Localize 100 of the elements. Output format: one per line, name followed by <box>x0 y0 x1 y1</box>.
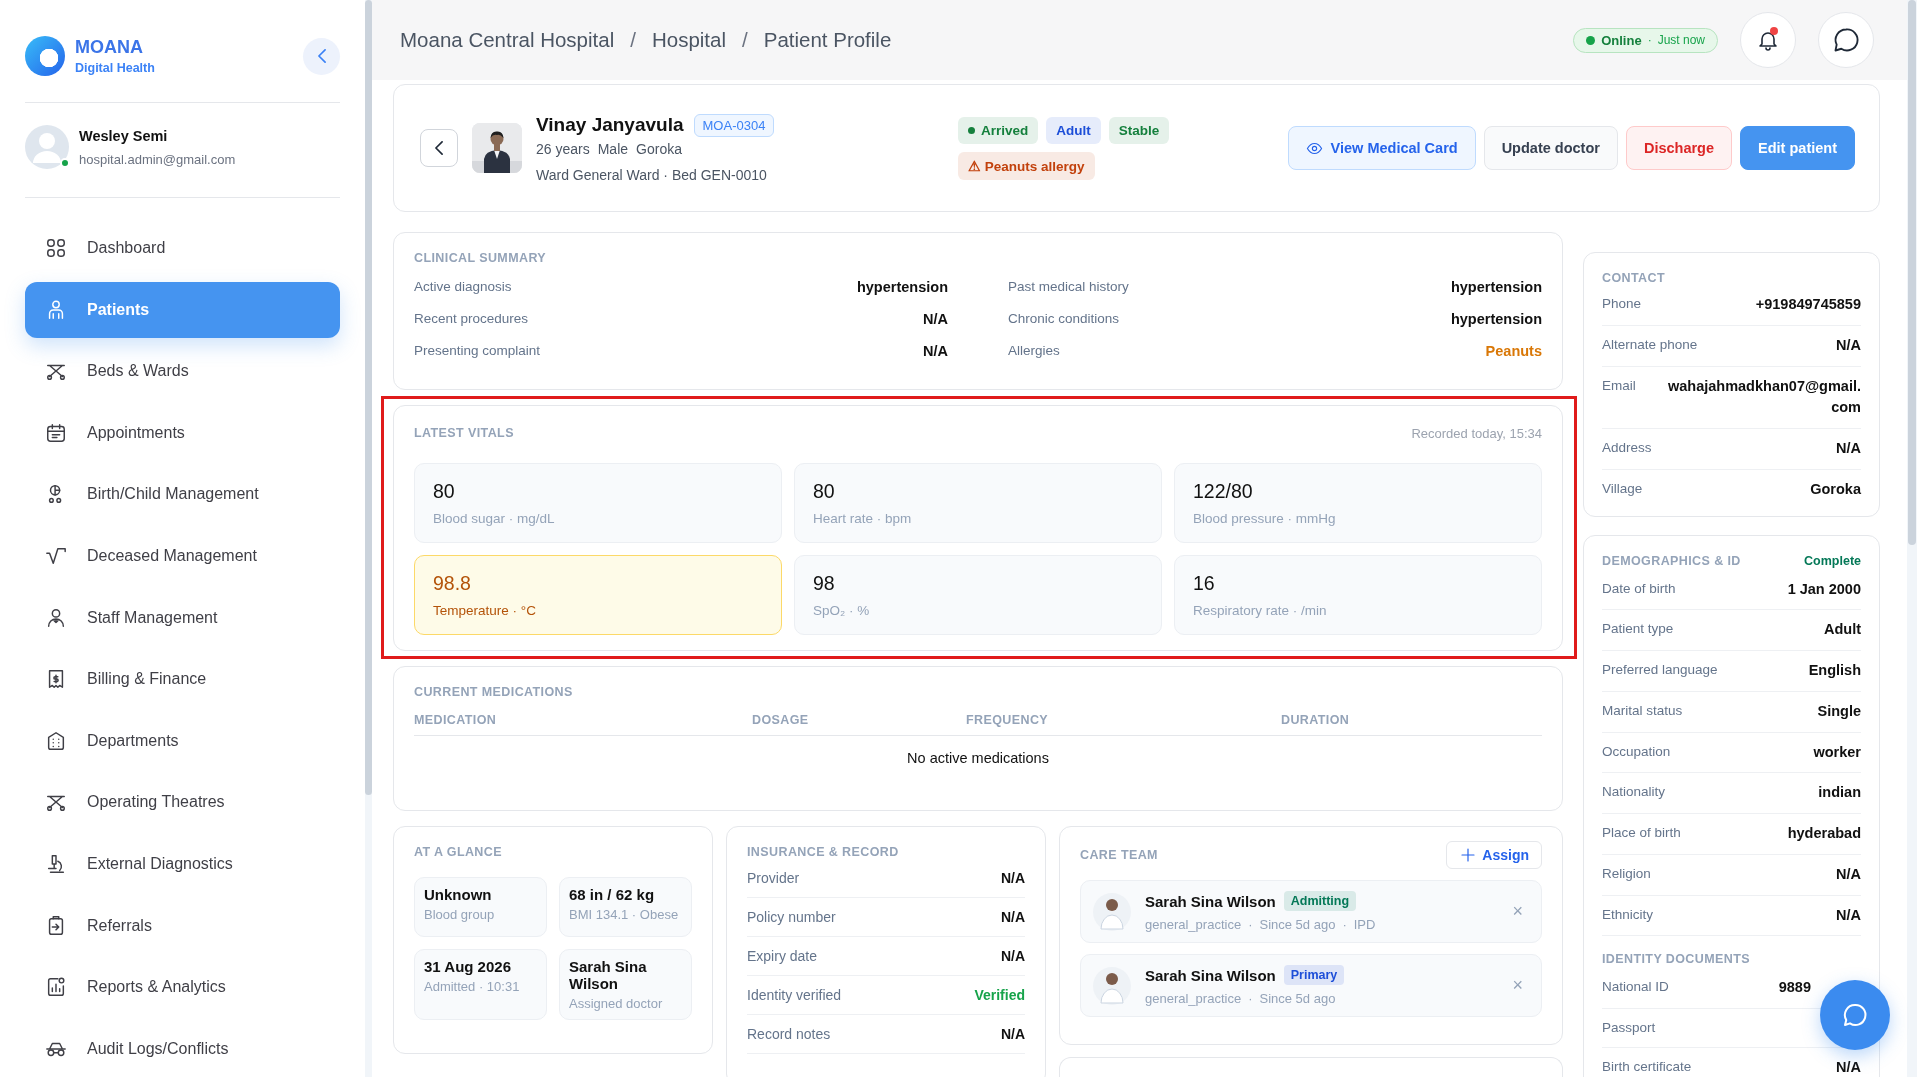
nav-item[interactable]: Audit Logs/Conflicts <box>25 1020 340 1077</box>
nav-item[interactable]: Billing & Finance <box>25 651 340 708</box>
section-title: CLINICAL SUMMARY <box>414 251 548 265</box>
member-detail: general_practice <box>1145 991 1242 1006</box>
field-label: Email <box>1602 376 1636 395</box>
user-email: hospital.admin@gmail.com <box>79 151 236 167</box>
field-value: +919849745859 <box>1755 295 1861 314</box>
field-value: 1 Jan 2000 <box>1787 579 1861 599</box>
field-value: Single <box>1817 701 1861 721</box>
section-title: AT A GLANCE <box>414 845 503 859</box>
assign-button[interactable]: Assign <box>1446 841 1542 869</box>
patient-detail: Goroka <box>636 140 682 157</box>
separator-dot: · <box>1342 917 1347 932</box>
status-label: Online <box>1601 32 1642 48</box>
chevron-left-icon <box>435 141 443 155</box>
calendar-icon <box>45 421 67 444</box>
vital-value: 80 <box>813 480 836 503</box>
status-tag: Stable <box>1108 116 1170 144</box>
messages-button[interactable] <box>1818 12 1874 68</box>
field-value: English <box>1808 661 1861 680</box>
field-value: hypertension <box>1450 311 1542 327</box>
glance-value: 31 Aug 2026 <box>424 958 512 975</box>
nav-item[interactable]: Birth/Child Management <box>25 466 340 523</box>
glance-label: Assigned doctor <box>569 996 664 1011</box>
field-label: Alternate phone <box>1602 335 1698 354</box>
section-title: IDENTITY DOCUMENTS <box>1602 952 1751 969</box>
field-label: Marital status <box>1602 701 1683 720</box>
breadcrumb-item[interactable]: Moana Central Hospital <box>400 28 615 52</box>
column-header: FREQUENCY <box>966 713 1050 727</box>
patient-detail: 26 years <box>536 140 590 157</box>
action-button[interactable]: Discharge <box>1625 126 1733 170</box>
chart-icon <box>45 976 67 999</box>
field-value: worker <box>1813 742 1861 762</box>
field-value: hypertension <box>856 279 948 295</box>
action-button[interactable]: Update doctor <box>1483 126 1618 170</box>
grid-icon <box>45 237 67 259</box>
field-label: Provider <box>747 870 800 886</box>
nav-item[interactable]: External Diagnostics <box>25 835 340 892</box>
breadcrumb-item[interactable]: Hospital <box>651 28 726 52</box>
microscope-icon <box>45 852 67 875</box>
vital-value: 122/80 <box>1193 480 1254 503</box>
status-time: Just now <box>1657 33 1705 47</box>
status-tag: ⚠ Peanuts allergy <box>958 151 1095 180</box>
nav-item[interactable]: Appointments <box>25 404 340 461</box>
field-value: N/A <box>1000 909 1025 925</box>
section-title: DEMOGRAPHICS & ID <box>1602 553 1741 568</box>
nav-item[interactable]: Dashboard <box>25 220 340 276</box>
field-label: Chronic conditions <box>1008 311 1120 326</box>
field-value: N/A <box>923 311 948 327</box>
nav-item[interactable]: Referrals <box>25 897 340 954</box>
field-value: N/A <box>1836 1058 1861 1077</box>
section-title: CARE TEAM <box>1080 848 1158 862</box>
vital-label: Heart rate · bpm <box>813 511 913 526</box>
section-title: INSURANCE & RECORD <box>747 845 900 859</box>
section-title: CONTACT <box>1602 271 1666 285</box>
field-label: Religion <box>1602 864 1651 883</box>
nav-item[interactable]: Staff Management <box>25 589 340 646</box>
scrollbar[interactable] <box>365 0 372 1077</box>
glance-label: Admitted · 10:31 <box>424 979 521 994</box>
field-label: Patient type <box>1602 620 1674 639</box>
nav-item[interactable]: Departments <box>25 712 340 769</box>
field-label: Phone <box>1602 295 1642 313</box>
user-name: Wesley Semi <box>79 127 169 144</box>
glance-value: 68 in / 62 kg <box>569 886 656 903</box>
vital-label: Temperature · °C <box>433 603 537 618</box>
column-header: MEDICATION <box>414 713 498 727</box>
field-value: N/A <box>1836 335 1861 355</box>
field-value: N/A <box>923 343 948 359</box>
member-detail: Since 5d ago <box>1259 991 1336 1006</box>
notifications-button[interactable] <box>1740 12 1796 68</box>
field-label: Place of birth <box>1602 824 1681 842</box>
field-label: Passport <box>1602 1019 1656 1037</box>
nav-item[interactable]: Operating Theatres <box>25 774 340 831</box>
nav-item[interactable]: Deceased Management <box>25 527 340 584</box>
action-button[interactable]: View Medical Card <box>1287 126 1476 170</box>
field-label: Allergies <box>1008 343 1060 358</box>
member-name: Sarah Sina Wilson <box>1145 966 1276 984</box>
field-value: Goroka <box>1810 479 1861 499</box>
field-label: Address <box>1602 439 1652 457</box>
vital-value: 98.8 <box>433 572 472 595</box>
nav-item[interactable]: Beds & Wards <box>25 343 340 400</box>
glance-label: BMI 134.1 · Obese <box>569 907 680 922</box>
back-button[interactable] <box>420 129 458 167</box>
status-tag: Arrived <box>958 116 1039 144</box>
field-label: Birth certificate <box>1602 1058 1692 1077</box>
nav-item[interactable]: Reports & Analytics <box>25 959 340 1016</box>
scrollbar[interactable] <box>1907 0 1917 1077</box>
separator-dot: · <box>1248 991 1253 1006</box>
chevron-left-icon <box>317 49 326 63</box>
breadcrumb-separator: / <box>630 28 636 52</box>
patient-id-badge: MOA-0304 <box>693 113 775 137</box>
member-name: Sarah Sina Wilson <box>1145 892 1276 910</box>
empty-message: No active medications <box>907 750 1049 766</box>
separator-dot: · <box>1248 917 1253 932</box>
field-label: Village <box>1602 479 1643 498</box>
field-value: N/A <box>1836 905 1861 925</box>
field-value: indian <box>1818 783 1861 803</box>
member-detail: general_practice <box>1145 917 1242 932</box>
collapse-button[interactable] <box>303 37 340 75</box>
patient-name: Vinay Janyavula <box>536 114 684 136</box>
